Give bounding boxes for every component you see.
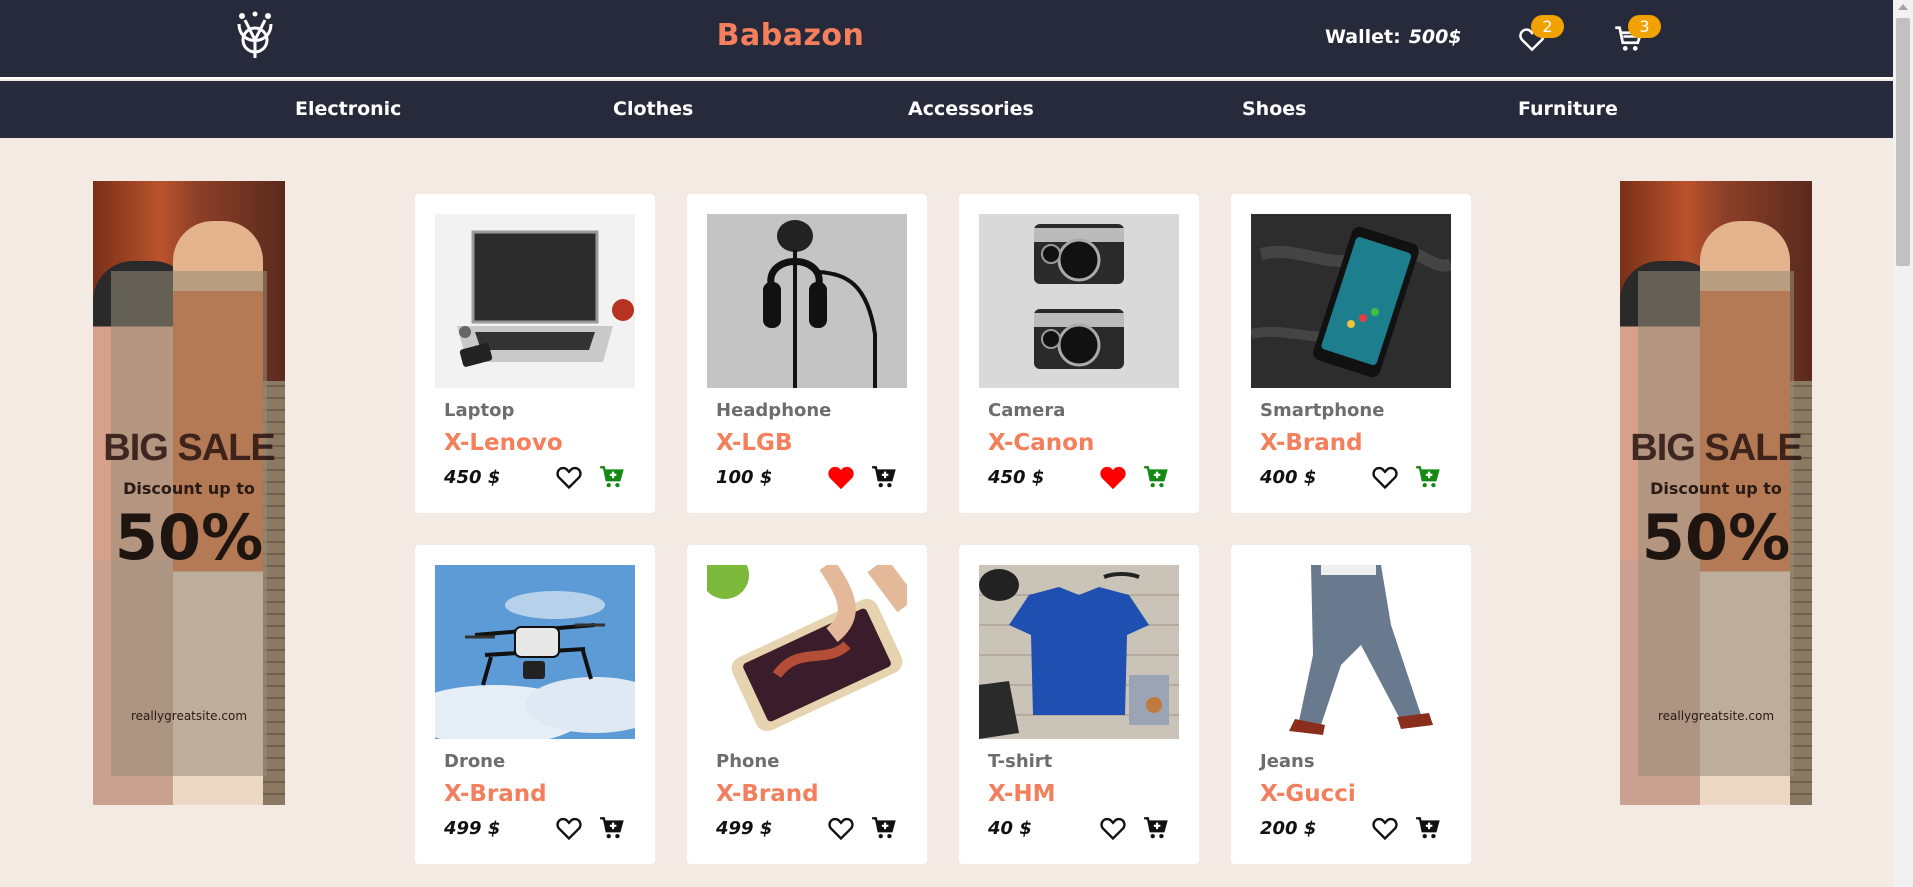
banner-percent: 50%: [114, 501, 264, 574]
cart-count-badge: 3: [1628, 15, 1661, 38]
product-price: 100 $: [716, 467, 773, 488]
heart-outline-icon[interactable]: [555, 464, 583, 490]
nav-item-furniture[interactable]: Furniture: [1518, 98, 1618, 120]
heart-outline-icon[interactable]: [555, 815, 583, 841]
banner-site: reallygreatsite.com: [1657, 709, 1775, 723]
product-card[interactable]: Phone X-Brand 499 $: [687, 545, 927, 864]
banner-title: BIG SALE: [1630, 427, 1802, 469]
add-to-cart-icon[interactable]: [599, 815, 625, 841]
product-name[interactable]: X-LGB: [716, 430, 792, 456]
product-card[interactable]: Smartphone X-Brand 400 $: [1231, 194, 1471, 513]
product-card[interactable]: Laptop X-Lenovo 450 $: [415, 194, 655, 513]
sale-banner-right[interactable]: BIG SALE Discount up to 50% reallygreats…: [1620, 181, 1812, 805]
heart-filled-icon[interactable]: [1099, 464, 1127, 490]
product-name[interactable]: X-Brand: [444, 781, 547, 807]
product-category: T-shirt: [988, 751, 1053, 772]
banner-subtitle: Discount up to: [123, 479, 255, 498]
product-image-tshirt[interactable]: [979, 565, 1179, 739]
heart-outline-icon[interactable]: [1099, 815, 1127, 841]
heart-outline-icon[interactable]: [1371, 464, 1399, 490]
scrollbar-thumb[interactable]: [1896, 18, 1910, 266]
product-image-laptop[interactable]: [435, 214, 635, 388]
favorites-count-badge: 2: [1531, 15, 1564, 38]
product-image-smartphone[interactable]: [1251, 214, 1451, 388]
product-card[interactable]: Camera X-Canon 450 $: [959, 194, 1199, 513]
banner-title: BIG SALE: [103, 427, 275, 469]
add-to-cart-icon[interactable]: [1415, 815, 1441, 841]
product-category: Camera: [988, 400, 1066, 421]
product-image-drone[interactable]: [435, 565, 635, 739]
top-header: Babazon Wallet: 500$ 2 3: [0, 0, 1893, 79]
wallet: Wallet: 500$: [1325, 26, 1462, 48]
cart-added-icon[interactable]: [1415, 464, 1441, 490]
category-nav: Electronic Clothes Accessories Shoes Fur…: [0, 81, 1893, 138]
product-price: 40 $: [988, 818, 1032, 839]
nav-item-clothes[interactable]: Clothes: [613, 98, 693, 120]
product-price: 450 $: [444, 467, 501, 488]
product-image-phone[interactable]: [707, 565, 907, 739]
banner-percent: 50%: [1641, 501, 1791, 574]
product-category: Phone: [716, 751, 780, 772]
product-card[interactable]: T-shirt X-HM 40 $: [959, 545, 1199, 864]
product-name[interactable]: X-Canon: [988, 430, 1094, 456]
product-card[interactable]: Drone X-Brand 499 $: [415, 545, 655, 864]
wallet-label: Wallet:: [1325, 26, 1401, 48]
nav-item-electronic[interactable]: Electronic: [295, 98, 401, 120]
product-name[interactable]: X-HM: [988, 781, 1056, 807]
product-price: 400 $: [1260, 467, 1317, 488]
cart-added-icon[interactable]: [599, 464, 625, 490]
heart-outline-icon[interactable]: [1371, 815, 1399, 841]
product-image-headphone[interactable]: [707, 214, 907, 388]
vertical-scrollbar[interactable]: [1893, 0, 1913, 887]
product-price: 499 $: [716, 818, 773, 839]
heart-outline-icon[interactable]: [827, 815, 855, 841]
product-card[interactable]: Headphone X-LGB 100 $: [687, 194, 927, 513]
banner-site: reallygreatsite.com: [130, 709, 248, 723]
product-category: Laptop: [444, 400, 515, 421]
product-name[interactable]: X-Lenovo: [444, 430, 563, 456]
sale-banner-left[interactable]: BIG SALE Discount up to 50% reallygreats…: [93, 181, 285, 805]
product-category: Jeans: [1260, 751, 1315, 772]
product-category: Smartphone: [1260, 400, 1385, 421]
product-category: Drone: [444, 751, 506, 772]
product-image-jeans[interactable]: [1251, 565, 1451, 739]
product-name[interactable]: X-Brand: [1260, 430, 1363, 456]
product-name[interactable]: X-Gucci: [1260, 781, 1356, 807]
banner-subtitle: Discount up to: [1650, 479, 1782, 498]
heart-filled-icon[interactable]: [827, 464, 855, 490]
nav-item-accessories[interactable]: Accessories: [908, 98, 1034, 120]
product-price: 200 $: [1260, 818, 1317, 839]
product-card[interactable]: Jeans X-Gucci 200 $: [1231, 545, 1471, 864]
scroll-up-arrow-icon[interactable]: [1898, 4, 1908, 10]
product-image-camera[interactable]: [979, 214, 1179, 388]
product-category: Headphone: [716, 400, 832, 421]
product-name[interactable]: X-Brand: [716, 781, 819, 807]
product-price: 450 $: [988, 467, 1045, 488]
wallet-amount: 500$: [1408, 26, 1462, 48]
nav-item-shoes[interactable]: Shoes: [1242, 98, 1306, 120]
add-to-cart-icon[interactable]: [1143, 815, 1169, 841]
add-to-cart-icon[interactable]: [871, 464, 897, 490]
product-price: 499 $: [444, 818, 501, 839]
add-to-cart-icon[interactable]: [871, 815, 897, 841]
cart-added-icon[interactable]: [1143, 464, 1169, 490]
